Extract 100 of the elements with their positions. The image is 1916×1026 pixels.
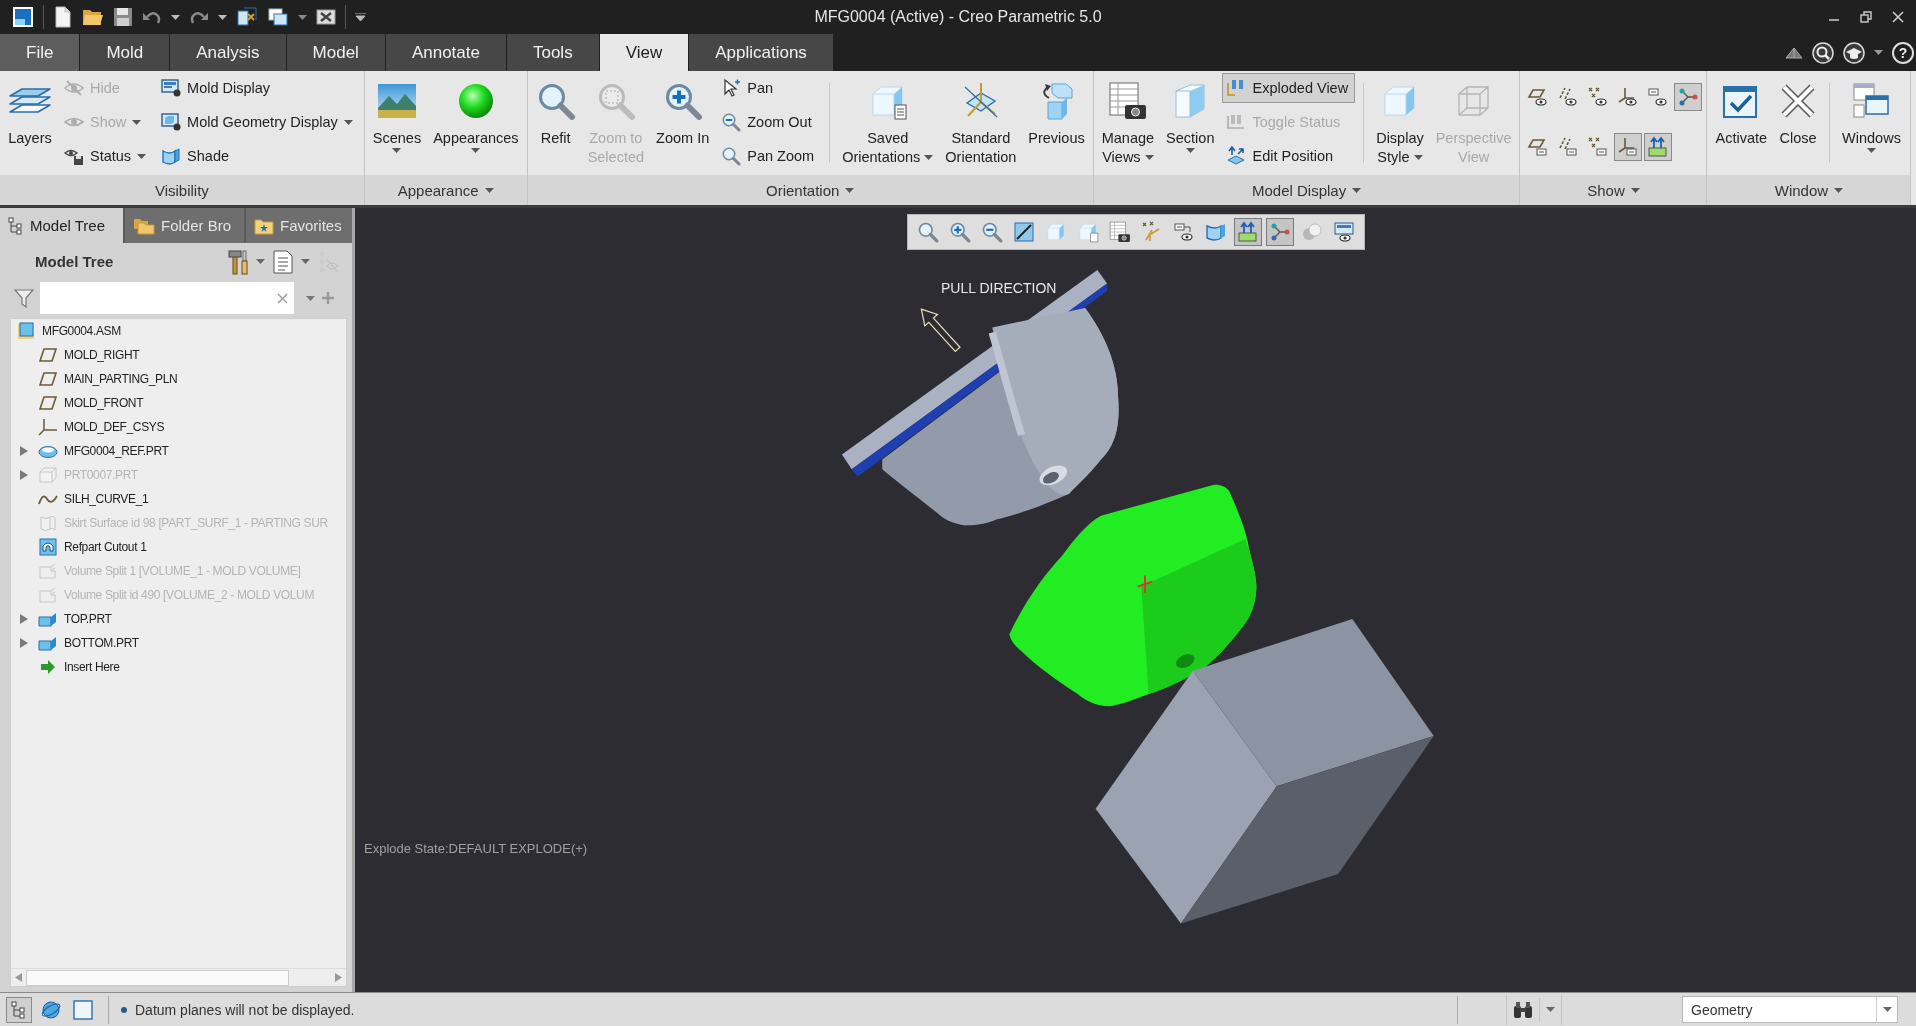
save-icon[interactable] (113, 7, 133, 27)
cube-document-icon (1076, 221, 1099, 243)
ribbon-button[interactable]: Saved Orientations (838, 77, 938, 167)
ribbon-command[interactable]: Shade (157, 141, 360, 171)
tree-item[interactable]: MOLD_FRONT (64, 396, 144, 410)
tree-item[interactable]: TOP.PRT (64, 612, 112, 626)
tools-icon[interactable] (228, 248, 248, 275)
ribbon-command[interactable]: Mold Display (157, 73, 360, 103)
app-icon[interactable] (12, 6, 34, 28)
ribbon-tab[interactable]: Applications (689, 34, 833, 71)
new-file-icon[interactable] (53, 6, 73, 28)
ribbon-button[interactable]: Appearances (429, 77, 523, 153)
find-button[interactable] (1506, 994, 1562, 1025)
windows-icon[interactable] (267, 7, 289, 27)
right-arrow-icon[interactable] (335, 973, 342, 982)
cube-icon (1044, 221, 1067, 243)
expand-arrow-icon[interactable] (20, 638, 28, 648)
panel-tab[interactable]: Model Tree (0, 208, 123, 243)
pointer-arrows-icon (721, 78, 742, 98)
ribbon-tab[interactable]: Analysis (170, 34, 286, 71)
ribbon-tab[interactable]: View (599, 34, 689, 71)
group-menu-button[interactable]: Model Display (1251, 181, 1362, 199)
curved-panel-icon (161, 146, 182, 166)
display-toggle-button[interactable] (1644, 133, 1673, 161)
customize-caret-icon[interactable] (355, 13, 366, 21)
expand-arrow-icon[interactable] (20, 614, 28, 624)
tree-item[interactable]: MAIN_PARTING_PLN (64, 372, 178, 386)
document-list-icon[interactable] (273, 249, 293, 274)
ribbon-button[interactable]: Standard Orientation (941, 77, 1021, 167)
parallelogram-icon (38, 395, 58, 411)
search-icon[interactable] (1812, 41, 1834, 64)
ribbon-button[interactable]: Manage Views (1097, 77, 1159, 167)
status-tool-button[interactable] (6, 996, 32, 1023)
close-window-icon[interactable] (316, 8, 336, 26)
sheet-x-icon[interactable] (236, 6, 258, 28)
curved-panel-icon (1204, 221, 1227, 243)
ribbon-tab[interactable]: Model (286, 34, 385, 71)
restore-icon[interactable] (1860, 11, 1872, 23)
expand-arrow-icon[interactable] (20, 446, 28, 456)
notched-box-icon (38, 562, 58, 580)
graduation-cap-icon[interactable] (1843, 41, 1865, 64)
zoom-in-icon (948, 221, 971, 243)
filter-icon[interactable] (14, 288, 34, 308)
close-icon[interactable] (1892, 11, 1904, 23)
ribbon-button[interactable]: Previous (1024, 77, 1089, 148)
ribbon-tab[interactable]: Annotate (385, 34, 506, 71)
display-toggle-button[interactable] (1674, 83, 1703, 111)
folder-icon[interactable] (82, 7, 104, 27)
panel-tab[interactable]: Folder Bro (125, 208, 244, 243)
ribbon-command[interactable]: Edit Position (1222, 141, 1356, 171)
tree-item[interactable]: SILH_CURVE_1 (64, 492, 149, 506)
tree-item[interactable]: Insert Here (64, 660, 120, 674)
caret-icon[interactable] (218, 14, 227, 20)
horizontal-scrollbar[interactable] (11, 968, 346, 986)
caret-icon[interactable] (1874, 50, 1883, 55)
help-button[interactable]: ? (1892, 41, 1914, 64)
ribbon-command[interactable]: Zoom Out (717, 107, 822, 137)
ribbon-tab[interactable]: Mold (80, 34, 170, 71)
pyramid-icon[interactable] (1785, 45, 1803, 60)
ribbon-command[interactable]: Pan Zoom (717, 141, 822, 171)
ribbon-button[interactable]: Layers (4, 77, 56, 148)
ribbon-tab[interactable]: Tools (506, 34, 599, 71)
tree-item[interactable]: MFG0004_REF.PRT (64, 444, 169, 458)
3d-viewport[interactable]: PULL DIRECTION Explode State:DEFAULT EXPLODE(+) (355, 208, 1916, 992)
search-field[interactable] (40, 282, 294, 314)
tree-item[interactable]: MFG0004.ASM (42, 324, 121, 338)
ribbon-button[interactable]: Zoom In (652, 77, 714, 148)
tree-item[interactable]: MOLD_DEF_CSYS (64, 420, 165, 434)
ribbon-button[interactable]: Scenes (368, 77, 426, 153)
filter-dropdown[interactable]: Geometry (1682, 996, 1898, 1023)
monitor-eye-icon (1332, 221, 1355, 243)
ribbon-button[interactable]: Display Style (1372, 77, 1428, 167)
notched-box-icon (38, 586, 58, 604)
ribbon-command[interactable]: Exploded View (1222, 73, 1356, 103)
caret-icon[interactable] (256, 259, 265, 264)
ribbon-button[interactable]: Close (1775, 77, 1822, 148)
group-menu-button[interactable]: Show (1587, 181, 1640, 199)
dots-eye-icon[interactable] (318, 249, 340, 274)
ribbon-command[interactable]: Mold Geometry Display (157, 107, 360, 137)
tree-item[interactable]: Refpart Cutout 1 (64, 540, 147, 554)
panel-tab[interactable]: Favorites (246, 208, 352, 243)
caret-icon[interactable] (298, 14, 307, 20)
globe-icon (40, 998, 62, 1021)
ribbon-command[interactable]: Pan (717, 73, 822, 103)
tree-item[interactable]: MOLD_RIGHT (64, 348, 140, 362)
display-toggle-button[interactable] (1614, 133, 1643, 161)
group-menu-button[interactable]: Orientation (765, 181, 855, 199)
caret-icon[interactable] (301, 259, 310, 264)
ribbon-button[interactable]: Windows (1838, 77, 1905, 153)
connected-dots-icon (1677, 86, 1700, 108)
left-arrow-icon[interactable] (15, 973, 22, 982)
ribbon-button[interactable]: Refit (531, 77, 580, 148)
ribbon-tab[interactable]: File (0, 34, 80, 71)
ribbon-command[interactable]: Status (60, 141, 154, 171)
folders-icon (133, 216, 155, 235)
clear-icon[interactable] (277, 292, 288, 304)
ribbon-button[interactable]: Activate (1711, 77, 1772, 148)
ribbon-button[interactable]: Section (1162, 77, 1219, 153)
tree-item[interactable]: BOTTOM.PRT (64, 636, 139, 650)
caret-icon[interactable] (171, 14, 180, 20)
